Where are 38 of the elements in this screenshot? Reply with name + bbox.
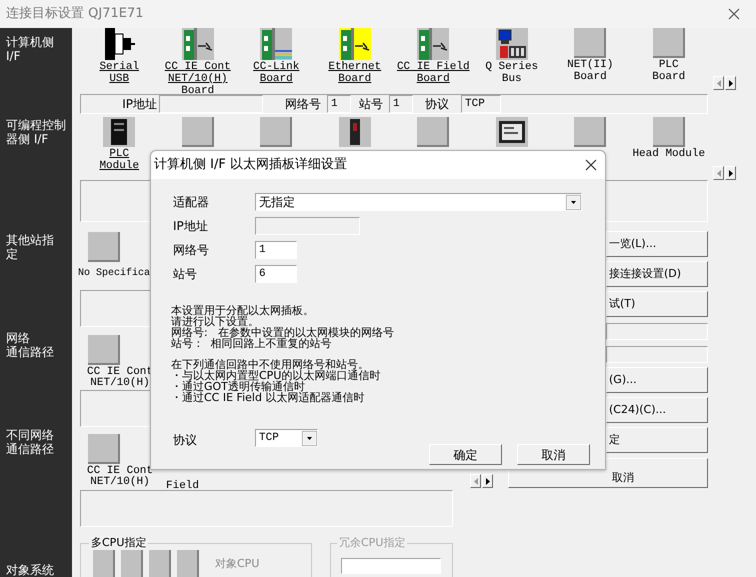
station-label: 站号 <box>173 266 198 283</box>
network-label: 网络号 <box>173 242 210 259</box>
sidebar-label: 对象系统 <box>6 563 55 577</box>
protocol-label: 协议 <box>173 432 198 449</box>
sidebar-label: 计算机侧 I/F <box>6 35 55 63</box>
sidebar-label: 可编程控制 器侧 I/F <box>6 118 67 146</box>
group-title: 冗余CPU指定 <box>337 536 408 550</box>
device-label: NET(II) Board <box>567 59 614 84</box>
sidebar-label: 不同网络 通信路径 <box>6 428 55 456</box>
description-line: 请进行以下设置。 <box>171 316 259 327</box>
adapter-label: 适配器 <box>173 194 210 211</box>
dropdown-value: 无指定 <box>259 195 295 209</box>
window-title: 连接目标设置 QJ71E71 <box>6 5 144 24</box>
device-label: PLC Board <box>652 59 686 84</box>
target-cpu-label: 对象CPU <box>215 556 260 572</box>
description-line: 在下列通信回路中不使用网络号和站号。 <box>171 359 369 370</box>
description-line: ・通过CC IE Field 以太网适配器通信时 <box>171 392 366 403</box>
description-line: 本设置用于分配以太网插板。 <box>171 305 315 316</box>
device-label: Head Module <box>632 148 706 161</box>
ip-label: IP地址 <box>173 218 209 235</box>
group-title: 多CPU指定 <box>89 536 148 550</box>
description-line: 网络号: 在参数中设置的以太网模块的网络号 <box>171 327 396 338</box>
device-label: CC IE Cont NET/10(H) <box>86 466 154 488</box>
dialog-title: 计算机侧 I/F 以太网插板详细设置 <box>154 156 347 174</box>
device-label: CC IE Cont NET/10(H) <box>86 367 154 389</box>
description-line: ・通过GOT透明传输通信时 <box>171 381 305 392</box>
ip-label: IP地址 <box>121 96 158 113</box>
device-label: Q Series Bus <box>485 61 538 86</box>
device-label: No Specifica <box>78 268 150 280</box>
protocol-label: 协议 <box>425 96 449 113</box>
sidebar-label: 其他站指 定 <box>6 233 55 262</box>
dropdown-value: TCP <box>259 431 279 445</box>
network-label: 网络号 <box>285 96 321 113</box>
station-label: 站号 <box>359 96 383 113</box>
description-line: ・与以太网内置型CPU的以太网端口通信时 <box>171 370 382 381</box>
device-label: Field <box>166 481 200 492</box>
sidebar-label: 网络 通信路径 <box>6 330 55 359</box>
description-line: 站号 : 相同回路上不重复的站号 <box>171 338 332 349</box>
